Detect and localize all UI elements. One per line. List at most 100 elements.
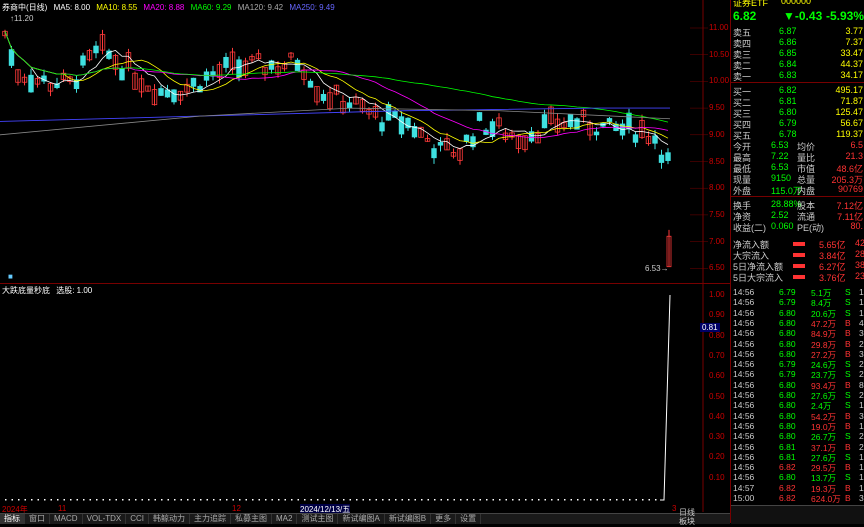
signal-dot	[479, 499, 481, 501]
ask-volume: 33.47	[840, 48, 863, 58]
trade-price: 6.80	[779, 400, 796, 411]
fund-flow-bar	[793, 242, 805, 246]
fund-flow-bar	[793, 253, 805, 257]
trade-side: B	[845, 482, 851, 493]
trade-price: 6.80	[779, 472, 796, 483]
fund-flow-extra: 38	[854, 260, 864, 270]
candle-body	[437, 142, 444, 146]
signal-dot	[544, 499, 546, 501]
candle-body	[158, 88, 164, 96]
ma5-label: MA5: 8.00	[53, 3, 91, 12]
trade-price: 6.82	[779, 493, 796, 503]
candle-body	[93, 45, 99, 54]
signal-dot	[297, 499, 299, 501]
high-price-marker: ↑11.20	[10, 14, 34, 23]
trade-price: 6.80	[779, 379, 796, 390]
indicator-axis-tick: 0.90	[709, 310, 725, 320]
order-book-divider	[731, 82, 864, 83]
stock-period-label: 券商中(日线)	[2, 3, 48, 12]
trade-row: 15:00 6.82 624.0万 B 3	[733, 493, 864, 504]
trade-price: 6.81	[779, 441, 796, 452]
trade-row: 14:56 6.80 26.7万 S 2	[733, 431, 864, 442]
signal-dot	[206, 499, 208, 501]
candle-body	[632, 134, 639, 143]
low-price-marker: 6.53→	[645, 264, 669, 273]
signal-dot	[388, 499, 390, 501]
signal-dot	[265, 499, 267, 501]
trade-time: 14:56	[733, 379, 755, 390]
candle-body	[379, 122, 385, 132]
trade-row: 14:56 6.80 29.8万 B 2	[733, 339, 864, 350]
signal-dot	[44, 499, 46, 501]
trade-price: 6.79	[779, 287, 796, 297]
trade-time: 14:56	[733, 369, 755, 380]
trade-row: 14:56 6.81 37.1万 B 2	[733, 441, 864, 453]
signal-dot	[284, 499, 286, 501]
trade-side: S	[845, 307, 851, 318]
candle-body	[658, 154, 665, 163]
signal-dot	[271, 499, 273, 501]
signal-dot	[499, 499, 501, 501]
trade-count: 1	[859, 462, 864, 473]
signal-dot	[590, 499, 592, 501]
ask-price: 6.85	[779, 48, 797, 58]
price-axis-tick: 8.00	[709, 183, 725, 193]
price-axis-tick: 7.00	[709, 236, 725, 246]
stat-value: 6.53	[771, 162, 789, 172]
signal-dot	[570, 499, 572, 501]
signal-line	[660, 294, 671, 501]
candlestick-chart[interactable]: ■	[0, 0, 730, 283]
signal-dot	[466, 499, 468, 501]
trade-count: 1	[859, 297, 864, 308]
price-axis-tick: 7.50	[709, 209, 725, 219]
signal-dot	[356, 499, 358, 501]
fund-flow-row: 5日大宗流入 3.76亿 23	[733, 271, 864, 284]
trade-row: 14:56 6.80 19.0万 B 1	[733, 420, 864, 432]
trade-count: 1	[859, 307, 864, 318]
kline-chart-area[interactable]: ■ 券商中(日线) MA5: 8.00 MA10: 8.55 MA20: 8.8…	[0, 0, 730, 515]
candle-body	[652, 135, 658, 144]
trade-count: 2	[859, 369, 864, 380]
signal-dot	[291, 499, 293, 501]
stock-code: 000000	[781, 0, 812, 6]
indicator-tabs-bar[interactable]: 指标 窗口 MACD VOL-TDX CCI 韩鲸动力 主力追踪 私募主图 MA2 测试主图 新试编…	[0, 513, 730, 524]
signal-dot	[349, 499, 351, 501]
trade-side: S	[845, 472, 851, 483]
trade-time: 14:56	[733, 287, 755, 297]
indicator-axis-tick: 0.20	[709, 452, 725, 462]
signal-dot	[440, 499, 442, 501]
bid-price: 6.81	[779, 96, 797, 106]
price-change: ▼ -0.43	[783, 9, 823, 23]
date-axis-label: 12	[232, 504, 241, 513]
trade-price: 6.80	[779, 420, 796, 431]
signal-dot	[232, 499, 234, 501]
trade-side: S	[845, 359, 851, 370]
trade-row: 14:56 6.80 47.2万 B 4	[733, 318, 864, 329]
signal-dot	[76, 499, 78, 501]
signal-dot	[83, 499, 85, 501]
candle-body	[606, 118, 613, 122]
trade-side: B	[845, 348, 851, 359]
signal-dot	[239, 499, 241, 501]
signal-dot	[447, 499, 449, 501]
signal-dot	[219, 499, 221, 501]
trade-side: B	[845, 379, 851, 390]
trade-time: 14:56	[733, 390, 755, 400]
trade-side: S	[845, 390, 851, 400]
trade-time: 14:56	[733, 400, 755, 411]
candle-body	[320, 93, 327, 101]
signal-dot	[200, 499, 202, 501]
signal-dot	[343, 499, 345, 501]
signal-dot	[252, 499, 254, 501]
indicator-chart[interactable]	[0, 284, 730, 512]
tab-sector[interactable]: 板块	[679, 516, 695, 527]
signal-dot	[616, 499, 618, 501]
signal-dot	[414, 499, 416, 501]
signal-dot	[174, 499, 176, 501]
fund-flow-extra: 42	[854, 238, 864, 248]
signal-dot	[375, 499, 377, 501]
trade-price: 6.79	[779, 297, 796, 308]
signal-dot	[609, 499, 611, 501]
trade-side: S	[845, 400, 851, 411]
stat-value: 9150	[771, 173, 792, 183]
